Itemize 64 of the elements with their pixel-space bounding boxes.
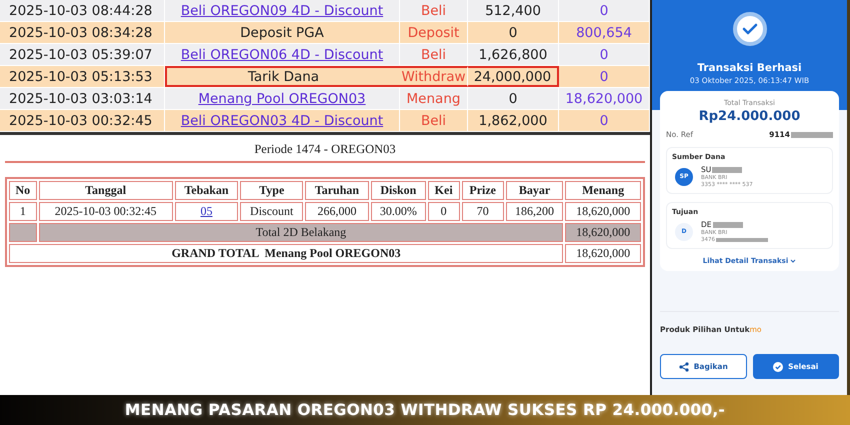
column-header: Tanggal (38, 181, 173, 200)
balance-cell: 800,654 (559, 22, 650, 43)
type-cell: Menang (400, 88, 468, 109)
redaction-bar (791, 132, 833, 138)
balance-cell: 0 (559, 110, 650, 131)
chevron-icon (790, 259, 796, 263)
timestamp-cell: 2025-10-03 08:44:28 (0, 0, 165, 21)
status-title: Transaksi Berhasi (697, 62, 802, 74)
column-header: Prize (462, 181, 504, 200)
balance-cell: 0 (559, 44, 650, 65)
description-cell: Deposit PGA (165, 22, 400, 43)
column-header: No (9, 181, 37, 200)
subtotal-value: 18,620,000 (565, 223, 641, 242)
redaction-bar (712, 166, 742, 172)
table-cell: 18,620,000 (565, 202, 641, 221)
table-cell: 70 (462, 202, 504, 221)
balance-cell: 0 (559, 0, 650, 21)
grand-total-value: 18,620,000 (565, 244, 641, 263)
banner-text: MENANG PASARAN OREGON03 WITHDRAW SUKSES RP 24.000.000,- (124, 401, 726, 419)
total-amount: Rp24.000.000 (698, 109, 800, 124)
timestamp-cell: 2025-10-03 05:13:53 (0, 66, 165, 87)
timestamp-cell: 2025-10-03 00:32:45 (0, 110, 165, 131)
redaction-bar (716, 238, 768, 242)
amount-cell: 512,400 (468, 0, 559, 21)
table-cell: 2025-10-03 00:32:45 (38, 202, 173, 221)
balance-cell: 18,620,000 (559, 88, 650, 109)
subtotal-label: Total 2D Belakang (38, 223, 564, 242)
table-cell: 266,000 (305, 202, 369, 221)
redaction-bar (712, 222, 743, 228)
check-icon (732, 12, 766, 46)
amount-cell: 1,626,800 (468, 44, 559, 65)
table-cell: Discount (240, 202, 304, 221)
table-cell: 30.00% (370, 202, 426, 221)
timestamp-cell: 2025-10-03 05:39:07 (0, 44, 165, 65)
column-header: Taruhan (305, 181, 369, 200)
type-cell: Beli (400, 44, 468, 65)
description-link[interactable]: Beli OREGON09 4D - Discount (165, 0, 400, 21)
column-header: Diskon (370, 181, 426, 200)
table-cell: 1 (9, 202, 37, 221)
amount-cell: 1,862,000 (468, 110, 559, 131)
column-header: Bayar (506, 181, 564, 200)
timestamp-cell: 2025-10-03 03:03:14 (0, 88, 165, 109)
timestamp-cell: 2025-10-03 08:34:28 (0, 22, 165, 43)
grand-total-label: GRAND TOTAL Menang Pool OREGON03 (9, 244, 564, 263)
amount-cell: 0 (468, 22, 559, 43)
type-cell: Beli (400, 0, 468, 21)
balance-cell: 0 (559, 66, 650, 87)
description-link[interactable]: Beli OREGON03 4D - Discount (165, 110, 400, 131)
period-title: Periode 1474 - OREGON03 (5, 139, 645, 163)
share-icon (678, 362, 689, 372)
column-header: Kei (428, 181, 460, 200)
description-cell: Tarik Dana (165, 66, 400, 87)
check-icon (773, 362, 784, 372)
type-cell: Deposit (400, 22, 468, 43)
description-link[interactable]: Menang Pool OREGON03 (165, 88, 400, 109)
guess-link[interactable]: 05 (200, 204, 212, 218)
description-link[interactable]: Beli OREGON06 4D - Discount (165, 44, 400, 65)
type-cell: Beli (400, 110, 468, 131)
table-cell: 186,200 (506, 202, 564, 221)
amount-cell: 0 (468, 88, 559, 109)
column-header: Menang (565, 181, 641, 200)
column-header: Type (240, 181, 304, 200)
column-header: Tebakan (174, 181, 238, 200)
table-cell: 0 (428, 202, 460, 221)
